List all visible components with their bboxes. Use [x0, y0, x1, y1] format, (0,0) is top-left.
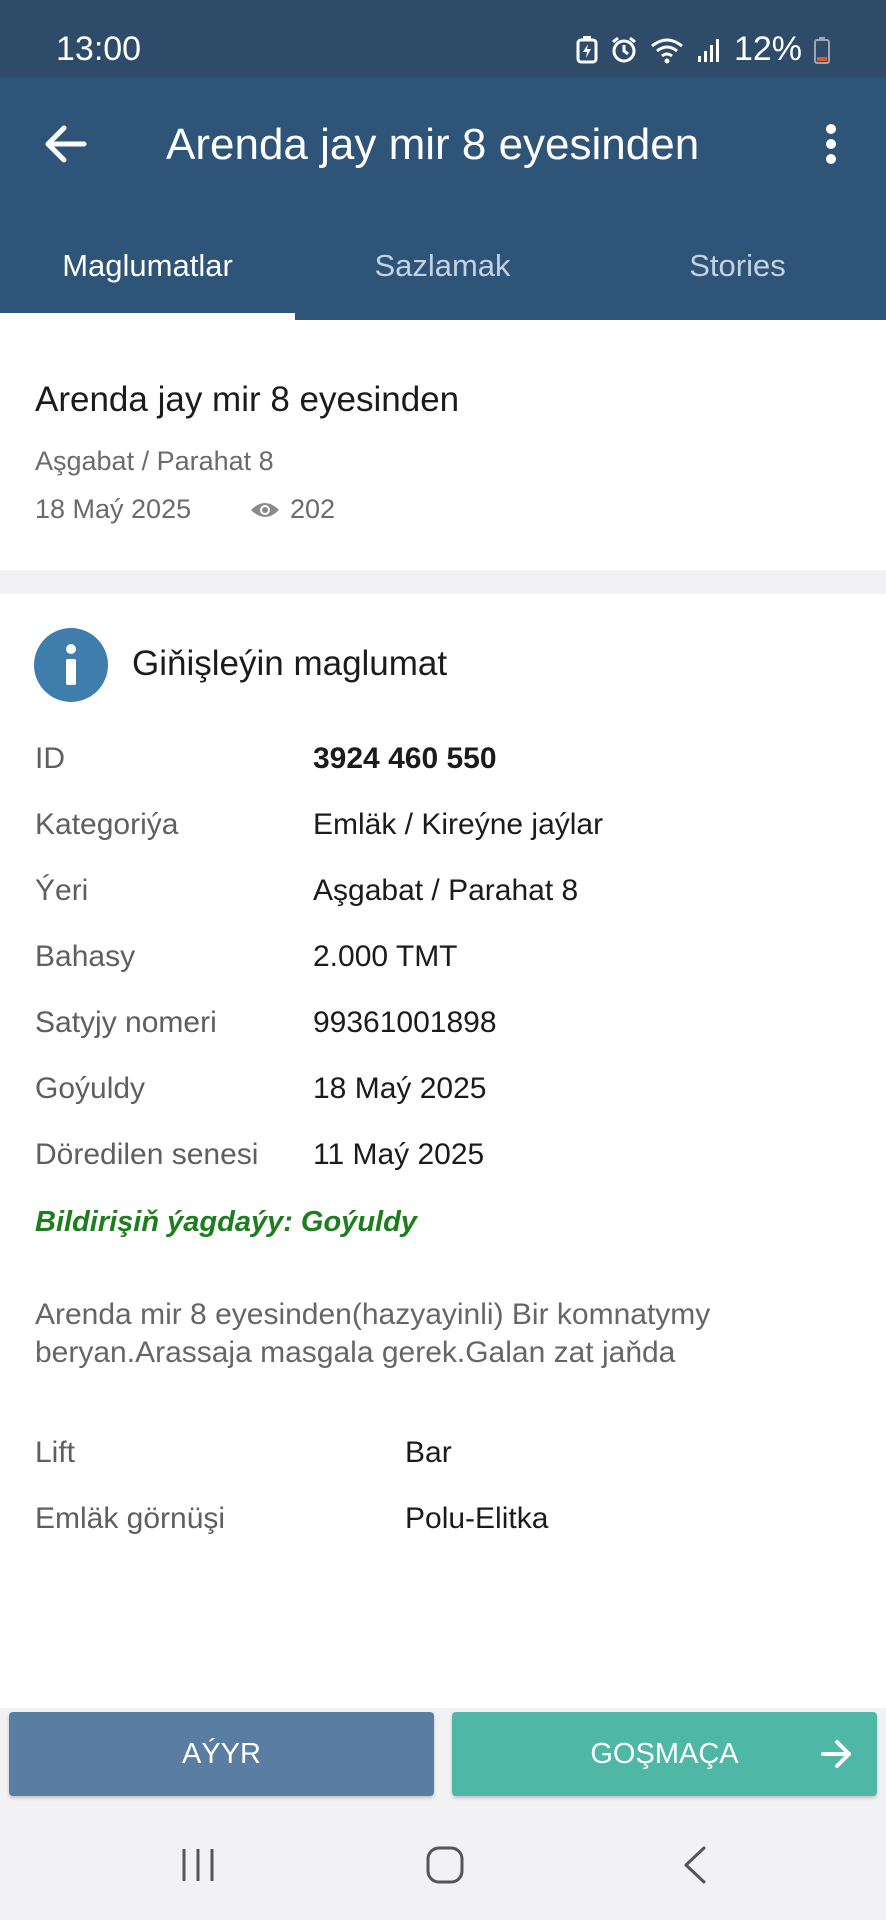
attribute-row-property-type: Emläk görnüşi Polu-Elitka	[35, 1502, 865, 1542]
eye-icon	[251, 502, 279, 517]
seller-phone[interactable]: 99361001898	[313, 1006, 497, 1040]
tab-stories[interactable]: Stories	[590, 212, 885, 320]
system-nav-bar	[0, 1808, 886, 1920]
listing-summary-card: Arenda jay mir 8 eyesinden Aşgabat / Par…	[0, 320, 886, 570]
attribute-row-lift: Lift Bar	[35, 1436, 865, 1476]
add-more-button[interactable]: GOŞMAÇA	[452, 1712, 877, 1796]
detail-value: 2.000 TMT	[313, 940, 458, 973]
attribute-value: Polu-Elitka	[405, 1502, 549, 1535]
chevron-left-icon	[684, 1846, 706, 1884]
detail-row-id: ID 3924 460 550	[35, 742, 865, 782]
wifi-icon	[650, 36, 684, 64]
attribute-value: Bar	[405, 1436, 452, 1469]
alarm-icon	[610, 36, 638, 64]
more-options-button[interactable]	[806, 114, 856, 174]
listing-date: 18 Maý 2025	[35, 494, 192, 524]
status-time: 13:00	[56, 30, 142, 68]
status-bar: 13:00 12%	[0, 0, 886, 78]
details-card: Giňişleýin maglumat ID 3924 460 550 Kate…	[0, 594, 886, 1708]
battery-percent: 12%	[733, 30, 802, 68]
detail-value: 11 Maý 2025	[313, 1138, 485, 1171]
recent-apps-button[interactable]	[158, 1830, 238, 1900]
detail-label: Döredilen senesi	[35, 1138, 259, 1171]
detail-label: Satyjy nomeri	[35, 1006, 217, 1039]
section-title: Giňişleýin maglumat	[132, 644, 448, 683]
home-button[interactable]	[405, 1830, 485, 1900]
views-count: 202	[290, 494, 336, 524]
listing-title: Arenda jay mir 8 eyesinden	[35, 380, 460, 419]
detail-label: ID	[35, 742, 65, 775]
detail-value: Aşgabat / Parahat 8	[313, 874, 579, 907]
detail-row-seller-phone: Satyjy nomeri 99361001898	[35, 1006, 865, 1046]
signal-icon	[696, 36, 722, 64]
system-back-button[interactable]	[655, 1830, 735, 1900]
detail-label: Kategoriýa	[35, 808, 179, 841]
detail-row-price: Bahasy 2.000 TMT	[35, 940, 865, 980]
active-tab-indicator	[0, 313, 295, 320]
add-more-button-label: GOŞMAÇA	[590, 1737, 739, 1770]
attribute-label: Lift	[35, 1436, 76, 1469]
remove-button[interactable]: AÝYR	[9, 1712, 434, 1796]
tab-maglumatlar[interactable]: Maglumatlar	[0, 212, 295, 320]
detail-row-created: Döredilen senesi 11 Maý 2025	[35, 1138, 865, 1178]
detail-row-category: Kategoriýa Emläk / Kireýne jaýlar	[35, 808, 865, 848]
home-icon	[426, 1846, 464, 1884]
battery-saver-icon	[576, 35, 598, 64]
listing-views: 202	[250, 494, 335, 525]
detail-label: Ýeri	[35, 874, 89, 907]
detail-label: Goýuldy	[35, 1072, 146, 1105]
app-bar: Arenda jay mir 8 eyesinden	[0, 78, 886, 212]
detail-row-location: Ýeri Aşgabat / Parahat 8	[35, 874, 865, 914]
arrow-right-icon	[821, 1740, 851, 1768]
attribute-label: Emläk görnüşi	[35, 1502, 226, 1535]
arrow-left-icon	[45, 125, 87, 163]
status-icons: 12%	[576, 30, 830, 69]
detail-row-posted: Goýuldy 18 Maý 2025	[35, 1072, 865, 1112]
detail-value: 18 Maý 2025	[313, 1072, 487, 1105]
tab-bar: Maglumatlar Sazlamak Stories	[0, 212, 886, 320]
page-title: Arenda jay mir 8 eyesinden	[166, 120, 700, 169]
listing-description: Arenda mir 8 eyesinden(hazyayinli) Bir k…	[35, 1298, 711, 1369]
info-icon	[34, 628, 108, 702]
detail-value: Emläk / Kireýne jaýlar	[313, 808, 604, 841]
recent-apps-icon	[182, 1849, 214, 1881]
remove-button-label: AÝYR	[182, 1737, 261, 1770]
back-button[interactable]	[36, 114, 96, 174]
tab-sazlamak[interactable]: Sazlamak	[295, 212, 590, 320]
battery-icon	[814, 36, 830, 64]
listing-status: Bildirişiň ýagdaýy: Goýuldy	[35, 1206, 417, 1238]
detail-value: 3924 460 550	[313, 742, 497, 775]
detail-label: Bahasy	[35, 940, 136, 973]
more-vertical-icon	[826, 124, 836, 164]
listing-location: Aşgabat / Parahat 8	[35, 446, 274, 476]
